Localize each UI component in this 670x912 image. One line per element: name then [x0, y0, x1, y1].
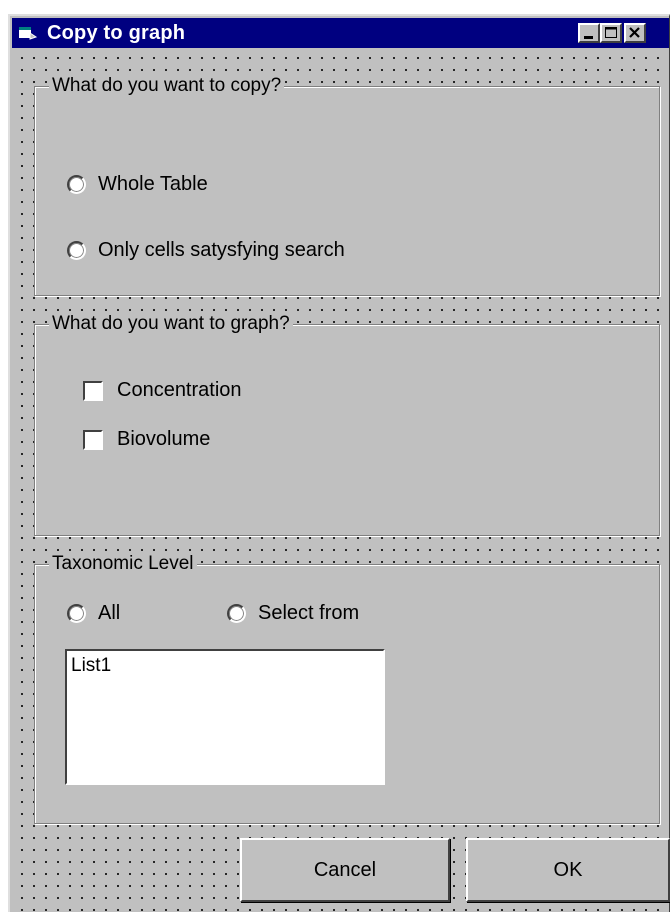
all-label: All: [98, 602, 121, 624]
biovolume-checkbox[interactable]: [83, 429, 103, 450]
maximize-button[interactable]: [600, 23, 622, 43]
whole-table-option[interactable]: Whole Table: [67, 173, 208, 196]
concentration-checkbox[interactable]: [83, 380, 103, 401]
select-from-radio[interactable]: [227, 604, 246, 623]
copy-options-frame: What do you want to copy? Whole Table On…: [34, 74, 660, 296]
select-from-label: Select from: [258, 602, 360, 624]
concentration-label: Concentration: [117, 379, 242, 401]
all-radio[interactable]: [67, 604, 86, 623]
close-icon: [629, 27, 640, 38]
all-option[interactable]: All: [67, 602, 120, 625]
title-bar[interactable]: Copy to graph: [12, 18, 669, 48]
minimize-icon: [584, 36, 593, 39]
form-icon: [18, 25, 38, 41]
copy-frame-legend: What do you want to copy?: [49, 74, 285, 98]
concentration-option[interactable]: Concentration: [83, 379, 242, 402]
taxonomic-level-frame: Taxonomic Level All Select from List1: [34, 552, 660, 824]
maximize-icon: [605, 27, 617, 38]
biovolume-option[interactable]: Biovolume: [83, 428, 210, 451]
cancel-button[interactable]: Cancel: [240, 838, 450, 902]
only-cells-label: Only cells satysfying search: [98, 239, 345, 261]
biovolume-label: Biovolume: [117, 428, 211, 450]
graph-frame-legend: What do you want to graph?: [49, 312, 293, 336]
only-cells-option[interactable]: Only cells satysfying search: [67, 239, 345, 262]
close-button[interactable]: [624, 23, 646, 43]
taxonomic-frame-legend: Taxonomic Level: [49, 552, 197, 576]
window-title: Copy to graph: [47, 22, 186, 44]
minimize-button[interactable]: [578, 23, 600, 43]
whole-table-label: Whole Table: [98, 173, 208, 195]
list-item[interactable]: List1: [71, 655, 379, 677]
ok-button[interactable]: OK: [466, 838, 670, 902]
select-from-option[interactable]: Select from: [227, 602, 359, 625]
taxonomic-listbox[interactable]: List1: [65, 649, 385, 785]
whole-table-radio[interactable]: [67, 175, 86, 194]
dialog-client-area: What do you want to copy? Whole Table On…: [12, 50, 670, 912]
graph-options-frame: What do you want to graph? Concentration…: [34, 312, 660, 536]
dialog-window: Copy to graph What do you want to copy? …: [8, 14, 670, 912]
only-cells-radio[interactable]: [67, 241, 86, 260]
